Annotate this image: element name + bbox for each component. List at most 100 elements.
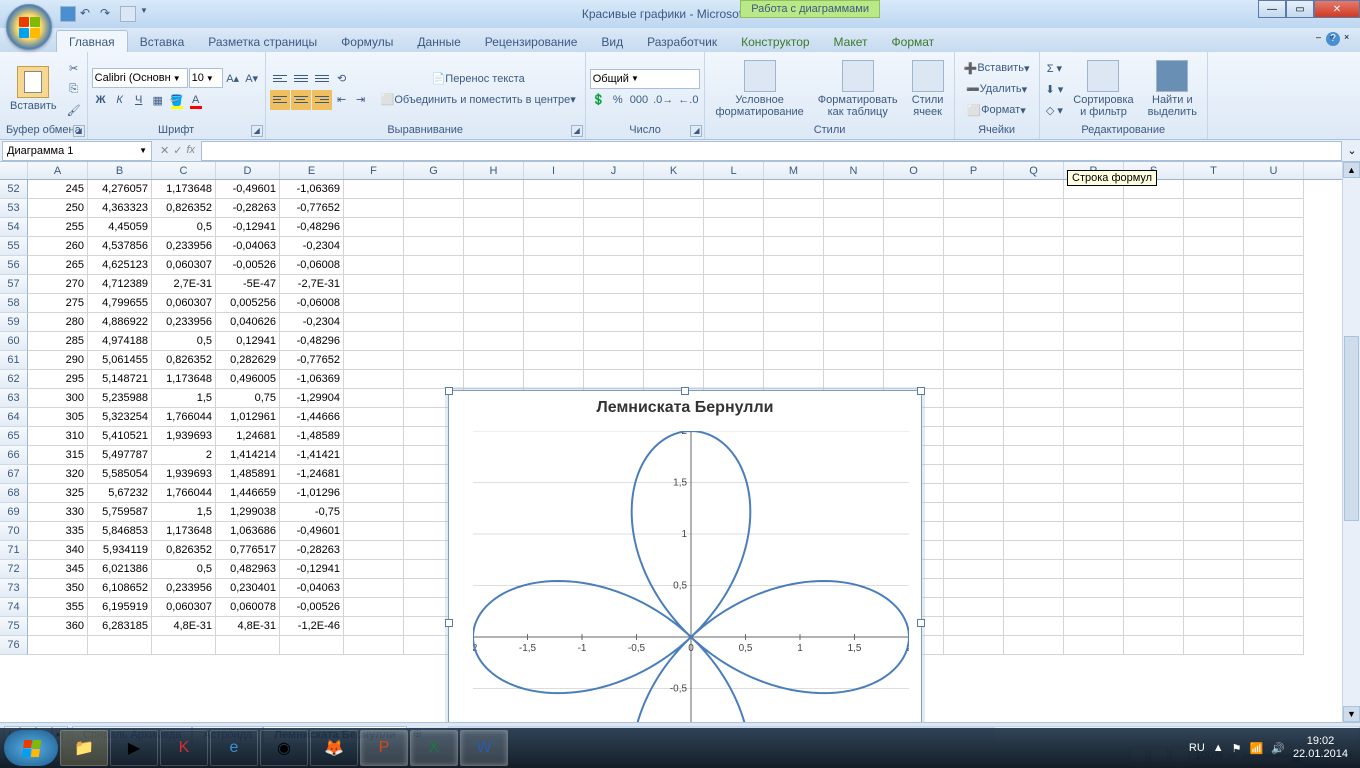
cell[interactable]: [344, 579, 404, 598]
cell[interactable]: -0,75: [280, 503, 344, 522]
cell[interactable]: 325: [28, 484, 88, 503]
cell[interactable]: [584, 218, 644, 237]
decrease-indent-button[interactable]: ⇤: [333, 90, 351, 110]
cell[interactable]: 280: [28, 313, 88, 332]
taskbar-kaspersky[interactable]: K: [160, 730, 208, 766]
cell[interactable]: 0,005256: [216, 294, 280, 313]
col-header-C[interactable]: C: [152, 162, 216, 179]
cell[interactable]: [1004, 617, 1064, 636]
cell[interactable]: -0,06008: [280, 256, 344, 275]
cell[interactable]: 1,766044: [152, 484, 216, 503]
cell-styles-button[interactable]: Стили ячеек: [906, 54, 950, 124]
minimize-button[interactable]: —: [1258, 0, 1286, 18]
cell[interactable]: [764, 275, 824, 294]
undo-icon[interactable]: ↶: [80, 6, 96, 22]
cell[interactable]: [1124, 313, 1184, 332]
select-all-corner[interactable]: [0, 162, 28, 179]
cell[interactable]: [1244, 560, 1304, 579]
cell[interactable]: [404, 351, 464, 370]
cell[interactable]: [1184, 484, 1244, 503]
cell[interactable]: [1004, 256, 1064, 275]
row-header[interactable]: 53: [0, 199, 28, 218]
cell[interactable]: -0,49601: [280, 522, 344, 541]
cell[interactable]: [884, 294, 944, 313]
cell[interactable]: 2: [152, 446, 216, 465]
cell[interactable]: [944, 389, 1004, 408]
cell[interactable]: [1244, 237, 1304, 256]
cell[interactable]: [944, 636, 1004, 655]
cell[interactable]: -0,77652: [280, 199, 344, 218]
font-dialog-launcher[interactable]: ◢: [251, 125, 263, 137]
cell[interactable]: 1,939693: [152, 465, 216, 484]
cell[interactable]: 355: [28, 598, 88, 617]
wrap-text-button[interactable]: 📄 Перенос текста: [376, 69, 581, 89]
cell[interactable]: [344, 484, 404, 503]
cell[interactable]: [1004, 484, 1064, 503]
cell[interactable]: [884, 237, 944, 256]
cell[interactable]: [764, 218, 824, 237]
cell[interactable]: 4,8E-31: [216, 617, 280, 636]
cell[interactable]: [404, 180, 464, 199]
cell[interactable]: [1124, 503, 1184, 522]
format-cells-button[interactable]: ⬜ Формат ▾: [959, 100, 1035, 120]
cell[interactable]: 315: [28, 446, 88, 465]
cell[interactable]: 4,45059: [88, 218, 152, 237]
border-button[interactable]: ▦: [149, 90, 167, 110]
cell[interactable]: [1184, 237, 1244, 256]
cell[interactable]: 360: [28, 617, 88, 636]
cell[interactable]: [1064, 313, 1124, 332]
cell[interactable]: [1244, 332, 1304, 351]
cell[interactable]: [464, 370, 524, 389]
col-header-H[interactable]: H: [464, 162, 524, 179]
fill-color-button[interactable]: 🪣: [168, 90, 186, 110]
cell[interactable]: [644, 294, 704, 313]
cell[interactable]: [944, 294, 1004, 313]
cell[interactable]: [1004, 598, 1064, 617]
cell[interactable]: [944, 370, 1004, 389]
cell[interactable]: 5,585054: [88, 465, 152, 484]
cell[interactable]: [344, 294, 404, 313]
cell[interactable]: -2,7E-31: [280, 275, 344, 294]
cell[interactable]: [1004, 579, 1064, 598]
resize-handle-ml[interactable]: [445, 619, 453, 627]
cell[interactable]: 5,497787: [88, 446, 152, 465]
cell[interactable]: [704, 256, 764, 275]
cell[interactable]: 245: [28, 180, 88, 199]
cell[interactable]: [344, 332, 404, 351]
cell[interactable]: [464, 313, 524, 332]
row-header[interactable]: 65: [0, 427, 28, 446]
cell[interactable]: [584, 180, 644, 199]
cell[interactable]: [524, 294, 584, 313]
cell[interactable]: 330: [28, 503, 88, 522]
cell[interactable]: [1124, 541, 1184, 560]
orientation-button[interactable]: ⟲: [333, 69, 351, 89]
cell[interactable]: [764, 332, 824, 351]
cell[interactable]: [644, 332, 704, 351]
cell[interactable]: 0,5: [152, 218, 216, 237]
cell[interactable]: [644, 180, 704, 199]
cell[interactable]: [824, 294, 884, 313]
cell[interactable]: 1,012961: [216, 408, 280, 427]
increase-indent-button[interactable]: ⇥: [352, 90, 370, 110]
tab-layout[interactable]: Макет: [822, 31, 880, 52]
cell[interactable]: 5,323254: [88, 408, 152, 427]
cell[interactable]: [1184, 560, 1244, 579]
paste-button[interactable]: Вставить: [4, 54, 63, 124]
cell[interactable]: 345: [28, 560, 88, 579]
resize-handle-tr[interactable]: [917, 387, 925, 395]
mdi-close[interactable]: ×: [1344, 32, 1356, 44]
tab-formulas[interactable]: Формулы: [329, 31, 405, 52]
cell[interactable]: 5,67232: [88, 484, 152, 503]
cell[interactable]: [584, 332, 644, 351]
cell[interactable]: [1244, 408, 1304, 427]
cell[interactable]: [704, 275, 764, 294]
cell[interactable]: [404, 313, 464, 332]
cell[interactable]: [1004, 522, 1064, 541]
cell[interactable]: [524, 237, 584, 256]
cell[interactable]: [1064, 484, 1124, 503]
cell[interactable]: 0,230401: [216, 579, 280, 598]
font-color-button[interactable]: A: [187, 90, 205, 110]
cell[interactable]: 0,5: [152, 560, 216, 579]
cell[interactable]: 0,826352: [152, 199, 216, 218]
cell[interactable]: [944, 199, 1004, 218]
